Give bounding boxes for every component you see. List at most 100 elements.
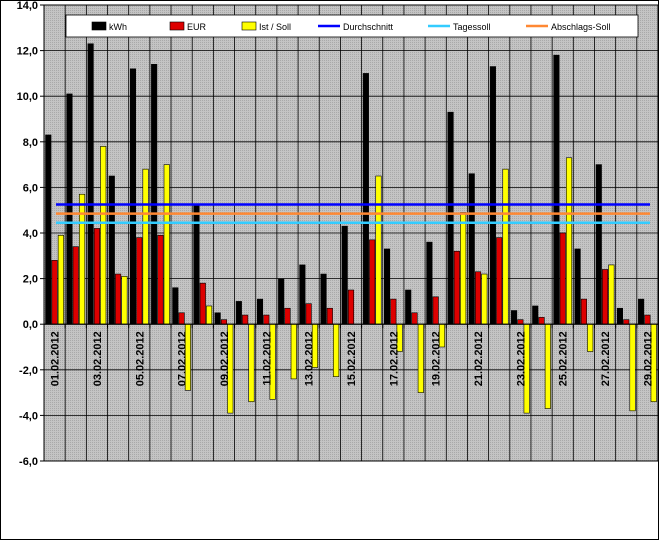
bar-ist-soll: [565, 157, 573, 325]
bar-kwh: [129, 68, 137, 325]
bar-kwh: [468, 173, 475, 325]
bar-eur: [644, 314, 651, 325]
bar-kwh: [108, 175, 115, 325]
bar-kwh: [532, 305, 539, 325]
bar-kwh: [426, 241, 433, 325]
legend-label-abschlags-soll: Abschlags-Soll: [551, 22, 611, 32]
bar-ist-soll: [460, 212, 467, 325]
x-tick-label: 27.02.2012: [600, 331, 612, 386]
bar-kwh: [87, 43, 94, 325]
bar-ist-soll: [417, 323, 424, 393]
legend-label-durchschnitt: Durchschnitt: [343, 22, 394, 32]
bar-eur: [432, 296, 439, 325]
bar-kwh: [341, 225, 348, 325]
x-tick-label: 13.02.2012: [304, 331, 316, 386]
x-tick-label: 07.02.2012: [177, 331, 189, 386]
bar-eur: [453, 250, 460, 325]
legend-label-eur: EUR: [187, 22, 207, 32]
bar-eur: [284, 307, 291, 325]
bar-eur: [559, 232, 566, 325]
y-tick-label: 14,0: [17, 0, 38, 12]
x-tick-label: 23.02.2012: [515, 331, 527, 386]
y-tick-label: 2,0: [23, 274, 38, 286]
bar-kwh: [616, 307, 623, 325]
legend-label-tagessoll: Tagessoll: [453, 22, 491, 32]
bar-eur: [115, 273, 122, 325]
bar-eur: [220, 319, 228, 325]
bar-kwh: [362, 73, 369, 325]
bar-eur: [538, 317, 545, 325]
bar-ist-soll: [587, 323, 594, 352]
x-tick-label: 29.02.2012: [642, 331, 654, 386]
bar-kwh: [595, 164, 602, 325]
bar-eur: [178, 312, 185, 325]
bar-kwh: [45, 134, 52, 325]
bar-ist-soll: [375, 175, 382, 325]
bar-eur: [157, 234, 164, 325]
bar-kwh: [574, 248, 581, 325]
bar-eur: [474, 271, 482, 325]
bar-eur: [242, 314, 249, 325]
bar-ist-soll: [57, 234, 64, 325]
bar-ist-soll: [608, 264, 615, 325]
bar-ist-soll: [100, 146, 107, 325]
x-tick-label: 15.02.2012: [346, 331, 358, 386]
bar-kwh: [638, 298, 645, 325]
y-tick-label: 8,0: [23, 137, 38, 149]
y-tick-label: 6,0: [23, 182, 38, 194]
bar-eur: [305, 303, 312, 325]
bar-ist-soll: [206, 305, 213, 325]
bar-kwh: [278, 278, 285, 325]
legend-label-kwh: kWh: [109, 22, 127, 32]
bar-eur: [72, 246, 79, 325]
bar-ist-soll: [333, 323, 340, 377]
bar-kwh: [151, 63, 158, 325]
bar-kwh: [320, 273, 327, 325]
bar-ist-soll: [290, 323, 297, 380]
x-tick-label: 05.02.2012: [134, 331, 146, 386]
y-tick-label: -4,0: [19, 410, 38, 422]
x-tick-label: 17.02.2012: [388, 331, 400, 386]
legend-swatch-ist-soll: [241, 21, 257, 31]
bar-eur: [93, 228, 100, 325]
bar-kwh: [235, 301, 242, 325]
y-tick-label: -6,0: [19, 456, 38, 468]
x-tick-label: 09.02.2012: [219, 331, 231, 386]
bar-ist-soll: [502, 168, 509, 325]
y-tick-label: 4,0: [23, 228, 38, 240]
legend-swatch-kwh: [91, 21, 107, 31]
bar-eur: [411, 312, 418, 325]
legend: kWh EUR Ist / Soll Durchschnitt Tagessoll Abs…: [65, 14, 639, 38]
bar-eur: [517, 319, 524, 325]
legend-label-ist-soll: Ist / Soll: [259, 22, 291, 32]
bar-ist-soll: [544, 323, 551, 409]
chart-root: 14,0 12,0 10,0 8,0 6,0 4,0 2,0 0,0 -2,0 -4,0 -6,0 0…: [0, 0, 659, 540]
bar-eur: [326, 307, 333, 325]
bar-ist-soll: [481, 273, 488, 325]
bar-ist-soll: [629, 323, 636, 412]
bar-kwh: [511, 310, 518, 325]
bar-kwh: [66, 93, 73, 325]
bar-kwh: [405, 289, 412, 325]
x-tick-label: 19.02.2012: [431, 331, 443, 386]
bar-ist-soll: [142, 168, 149, 325]
bar-kwh: [383, 248, 391, 325]
bar-kwh: [172, 287, 179, 325]
x-tick-label: 25.02.2012: [558, 331, 570, 386]
bar-eur: [51, 260, 58, 325]
bar-kwh: [256, 298, 264, 325]
legend-swatch-eur: [169, 21, 185, 31]
x-tick-label: 21.02.2012: [473, 331, 485, 386]
bar-ist-soll: [248, 323, 255, 403]
x-tick-label: 03.02.2012: [92, 331, 104, 386]
bar-kwh: [553, 54, 560, 325]
bar-kwh: [447, 111, 454, 325]
bar-eur: [496, 237, 503, 325]
bar-kwh: [489, 66, 496, 325]
bar-kwh: [214, 312, 221, 325]
y-tick-label: 0,0: [23, 319, 38, 331]
bar-ist-soll: [163, 164, 170, 325]
bar-eur: [263, 314, 270, 325]
bar-kwh: [299, 264, 306, 325]
bar-eur: [136, 237, 143, 325]
